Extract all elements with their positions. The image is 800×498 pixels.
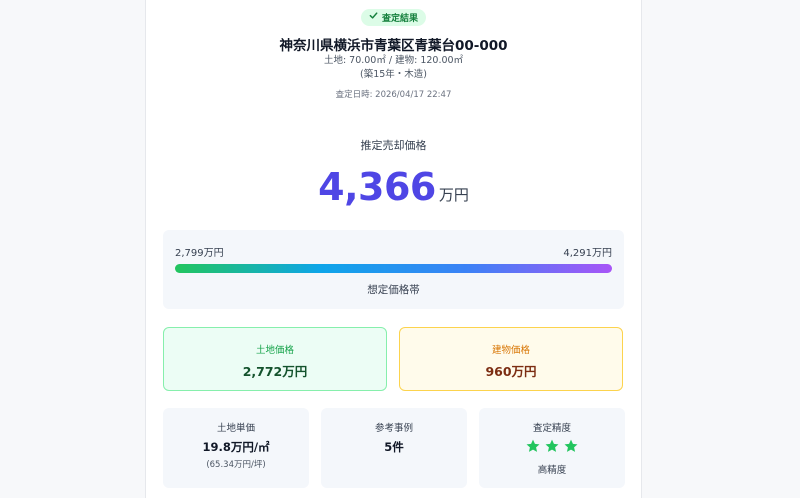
area-line: 土地: 70.00㎡ / 建物: 120.00㎡ [323,55,464,66]
property-address: 神奈川県横浜市青葉区青葉台00-000 [279,38,508,54]
age-line: (築15年・木造) [359,69,427,80]
accuracy-card: 査定精度 高精度 [479,408,625,488]
building-price-card: 建物価格 960万円 [399,327,623,391]
assessment-date: 査定日時: 2026/04/17 22:47 [335,90,452,100]
unit-price-tsubo: (65.34万円/坪) [206,460,266,470]
range-caption: 想定価格帯 [367,284,420,296]
unit-price-card: 土地単価 19.8万円/㎡ (65.34万円/坪) [163,408,309,488]
star-icon [563,438,579,458]
estimated-price-unit: 万円 [438,186,469,204]
land-price-card: 土地価格 2,772万円 [163,327,387,391]
accuracy-stars [479,438,625,458]
reference-cases-card: 参考事例 5件 [321,408,467,488]
price-range-panel: 2,799万円 4,291万円 想定価格帯 [163,230,624,309]
result-card: 査定結果 神奈川県横浜市青葉区青葉台00-000 土地: 70.00㎡ / 建物… [145,0,642,498]
estimate-label: 推定売却価格 [360,139,427,152]
check-icon [369,11,378,23]
reference-cases-value: 5件 [384,440,404,454]
badge-label: 査定結果 [381,13,418,24]
range-gradient-bar [175,264,612,273]
estimated-price: 4,366 万円 [146,165,641,209]
building-price-value: 960万円 [485,364,537,379]
result-badge-wrap: 査定結果 [146,5,641,26]
star-icon [544,438,560,458]
accuracy-label: 査定精度 [532,423,571,434]
estimated-price-value: 4,366 [318,165,436,209]
accuracy-text: 高精度 [537,465,567,476]
result-badge: 査定結果 [360,8,426,26]
range-high: 4,291万円 [563,248,612,259]
star-icon [525,438,541,458]
range-low: 2,799万円 [175,248,224,259]
land-price-value: 2,772万円 [242,364,308,379]
property-specs: 土地: 70.00㎡ / 建物: 120.00㎡ (築15年・木造) [146,54,641,82]
building-price-label: 建物価格 [491,345,530,356]
land-price-label: 土地価格 [255,345,294,356]
unit-price-value: 19.8万円/㎡ [202,440,270,454]
reference-cases-label: 参考事例 [374,423,413,434]
unit-price-label: 土地単価 [216,423,255,434]
